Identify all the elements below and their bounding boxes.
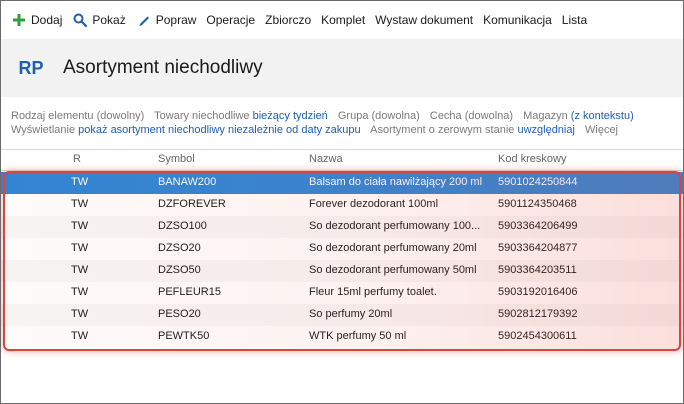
cell-name: Forever dezodorant 100ml — [309, 198, 439, 210]
cell-name: So dezodorant perfumowany 100... — [309, 220, 481, 232]
cell-symbol: PEFLEUR15 — [158, 286, 221, 298]
cell-name: So dezodorant perfumowany 50ml — [309, 264, 477, 276]
cell-symbol: DZFOREVER — [158, 198, 226, 210]
cell-barcode: 5901024250844 — [498, 176, 578, 188]
page-header: RP Asortyment niechodliwy — [1, 39, 683, 97]
table-header: R Symbol Nazwa Kod kreskowy — [1, 149, 683, 171]
cell-r: TW — [71, 308, 89, 320]
cell-symbol: DZSO20 — [158, 242, 201, 254]
cell-symbol: PEWTK50 — [158, 330, 210, 342]
filter-display[interactable]: Wyświetlanie pokaż asortyment niechodliw… — [11, 124, 361, 136]
bulk-menu[interactable]: Zbiorczo — [265, 13, 311, 27]
column-header-symbol[interactable]: Symbol — [158, 153, 195, 165]
cell-name: WTK perfumy 50 ml — [309, 330, 407, 342]
cell-name: Balsam do ciała nawilżający 200 ml — [309, 176, 483, 188]
cell-barcode: 5901124350468 — [498, 198, 577, 210]
table-body: TW BANAW200 Balsam do ciała nawilżający … — [1, 172, 683, 348]
edit-button[interactable]: Popraw — [136, 12, 197, 28]
cell-name: So perfumy 20ml — [309, 308, 393, 320]
cell-symbol: DZSO100 — [158, 220, 207, 232]
show-button-label: Pokaż — [92, 13, 126, 27]
column-header-r[interactable]: R — [73, 153, 81, 165]
app-window: Dodaj Pokaż Popraw Operacje Zbiorczo Kom… — [0, 0, 684, 404]
communication-menu[interactable]: Komunikacja — [483, 13, 552, 27]
cell-barcode: 5903364203511 — [498, 264, 577, 276]
column-header-name[interactable]: Nazwa — [309, 153, 343, 165]
table-row[interactable]: TW PESO20 So perfumy 20ml 5902812179392 — [1, 304, 683, 326]
set-menu-label: Komplet — [321, 13, 366, 27]
bulk-menu-label: Zbiorczo — [265, 13, 312, 27]
list-menu[interactable]: Lista — [562, 13, 587, 27]
cell-r: TW — [71, 264, 89, 276]
table-row[interactable]: TW DZSO100 So dezodorant perfumowany 100… — [1, 216, 683, 238]
set-menu[interactable]: Komplet — [321, 13, 365, 27]
issue-document-menu[interactable]: Wystaw dokument — [375, 13, 473, 27]
cell-r: TW — [71, 220, 89, 232]
filter-more[interactable]: Więcej — [585, 124, 618, 136]
show-button[interactable]: Pokaż — [72, 12, 126, 28]
plus-icon — [11, 12, 27, 28]
filter-group[interactable]: Grupa (dowolna) — [338, 110, 420, 122]
filter-warehouse[interactable]: Magazyn (z kontekstu) — [523, 110, 634, 122]
filter-feature[interactable]: Cecha (dowolna) — [430, 110, 513, 122]
cell-barcode: 5903192016406 — [498, 286, 578, 298]
filter-row: Rodzaj elementu (dowolny) Towary niechod… — [11, 109, 681, 123]
toolbar: Dodaj Pokaż Popraw Operacje Zbiorczo Kom… — [1, 1, 683, 39]
search-icon — [72, 12, 88, 28]
cell-name: So dezodorant perfumowany 20ml — [309, 242, 477, 254]
pencil-icon — [136, 12, 152, 28]
edit-button-label: Popraw — [155, 13, 197, 27]
table-row[interactable]: TW BANAW200 Balsam do ciała nawilżający … — [1, 172, 683, 194]
column-header-barcode[interactable]: Kod kreskowy — [498, 153, 566, 165]
cell-r: TW — [71, 198, 89, 210]
table-row[interactable]: TW DZSO20 So dezodorant perfumowany 20ml… — [1, 238, 683, 260]
table-row[interactable]: TW PEWTK50 WTK perfumy 50 ml 59024543006… — [1, 326, 683, 348]
cell-symbol: DZSO50 — [158, 264, 201, 276]
cell-barcode: 5903364206499 — [498, 220, 578, 232]
cell-r: TW — [71, 242, 89, 254]
cell-r: TW — [71, 330, 89, 342]
add-button-label: Dodaj — [31, 13, 63, 27]
module-badge: RP — [18, 57, 44, 78]
table-row[interactable]: TW PEFLEUR15 Fleur 15ml perfumy toalet. … — [1, 282, 683, 304]
filter-row: Wyświetlanie pokaż asortyment niechodliw… — [11, 123, 681, 137]
cell-name: Fleur 15ml perfumy toalet. — [309, 286, 437, 298]
cell-r: TW — [71, 176, 89, 188]
table-row[interactable]: TW DZFOREVER Forever dezodorant 100ml 59… — [1, 194, 683, 216]
filter-element-type[interactable]: Rodzaj elementu (dowolny) — [11, 110, 144, 122]
table-row[interactable]: TW DZSO50 So dezodorant perfumowany 50ml… — [1, 260, 683, 282]
operations-menu-label: Operacje — [206, 13, 256, 27]
cell-barcode: 5903364204877 — [498, 242, 578, 254]
list-menu-label: Lista — [561, 13, 588, 27]
cell-barcode: 5902454300611 — [498, 330, 577, 342]
cell-barcode: 5902812179392 — [498, 308, 578, 320]
communication-menu-label: Komunikacja — [483, 13, 552, 27]
page-title: Asortyment niechodliwy — [63, 57, 263, 78]
filter-panel: Rodzaj elementu (dowolny) Towary niechod… — [11, 109, 681, 137]
cell-r: TW — [71, 286, 89, 298]
filter-slow-moving[interactable]: Towary niechodliwe bieżący tydzień — [154, 110, 328, 122]
filter-zero-stock[interactable]: Asortyment o zerowym stanie uwzględniaj — [370, 124, 575, 136]
add-button[interactable]: Dodaj — [11, 12, 62, 28]
issue-document-menu-label: Wystaw dokument — [375, 13, 474, 27]
operations-menu[interactable]: Operacje — [206, 13, 255, 27]
cell-symbol: PESO20 — [158, 308, 201, 320]
cell-symbol: BANAW200 — [158, 176, 217, 188]
